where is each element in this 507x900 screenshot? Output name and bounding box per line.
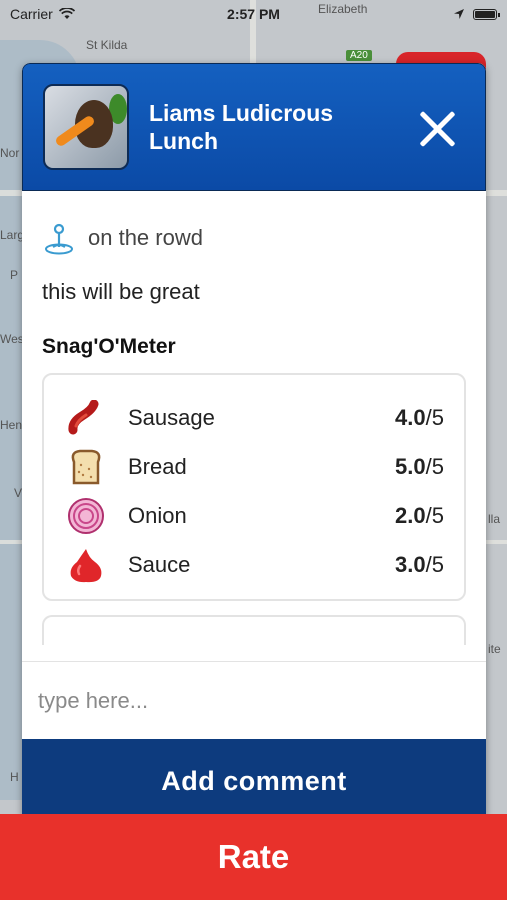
modal-body: on the rowd this will be great Snag'O'Me… <box>22 221 486 645</box>
modal-title: Liams Ludicrous Lunch <box>149 100 334 154</box>
rating-max: /5 <box>425 453 444 479</box>
status-bar: Carrier 2:57 PM <box>0 0 507 28</box>
map-label: Larg <box>0 228 25 242</box>
onion-icon <box>66 496 106 536</box>
rating-value: 4.0 <box>395 404 426 430</box>
map-label: ite <box>488 642 501 656</box>
map-road-badge: A20 <box>346 50 372 61</box>
rating-card: Sausage 4.0/5 Bread 5.0/5 Onion 2.0/5 Sa… <box>42 373 466 601</box>
map-label: Hen <box>0 418 23 432</box>
status-time: 2:57 PM <box>227 6 280 22</box>
location-row: on the rowd <box>42 221 466 255</box>
map-label: V <box>14 486 23 500</box>
battery-fill <box>475 10 495 18</box>
comment-input[interactable] <box>22 662 486 739</box>
rating-score: 3.0/5 <box>395 552 444 578</box>
map-label: lla <box>488 512 501 526</box>
rating-score: 5.0/5 <box>395 454 444 480</box>
close-icon[interactable] <box>417 108 457 148</box>
add-comment-button[interactable]: Add comment <box>22 739 486 823</box>
snag-o-meter-title: Snag'O'Meter <box>42 335 176 358</box>
rating-value: 5.0 <box>395 453 426 479</box>
map-label: St Kilda <box>86 38 128 52</box>
description-text: this will be great <box>42 279 200 304</box>
rating-max: /5 <box>425 502 444 528</box>
rating-row-sausage: Sausage 4.0/5 <box>66 393 444 442</box>
rating-max: /5 <box>425 404 444 430</box>
sausage-icon <box>66 398 106 438</box>
sauce-icon <box>66 545 106 585</box>
battery-icon <box>473 8 500 20</box>
rating-max: /5 <box>425 551 444 577</box>
rating-name: Bread <box>128 453 187 479</box>
rating-value: 3.0 <box>395 551 426 577</box>
rating-name: Onion <box>128 502 187 528</box>
truck-thumbnail <box>43 84 129 170</box>
location-text: on the rowd <box>88 225 203 250</box>
rating-name: Sausage <box>128 404 215 430</box>
map-pin-icon <box>45 223 73 255</box>
rating-row-bread: Bread 5.0/5 <box>66 442 444 491</box>
rating-row-sauce: Sauce 3.0/5 <box>66 540 444 589</box>
map-label: Wes <box>0 332 24 346</box>
bread-icon <box>66 447 106 487</box>
rating-row-onion: Onion 2.0/5 <box>66 491 444 540</box>
map-label: P <box>10 268 19 282</box>
food-truck-modal: Liams Ludicrous Lunch on the rowd this w… <box>22 63 486 823</box>
rating-score: 2.0/5 <box>395 503 444 529</box>
rating-value: 2.0 <box>395 502 426 528</box>
comment-area <box>22 661 486 739</box>
rating-name: Sauce <box>128 551 191 577</box>
rating-score: 4.0/5 <box>395 405 444 431</box>
map-label: H <box>10 770 19 784</box>
map-label: Nor <box>0 146 20 160</box>
comments-card <box>42 615 466 645</box>
rate-button[interactable]: Rate <box>0 814 507 900</box>
modal-header: Liams Ludicrous Lunch <box>22 63 486 191</box>
